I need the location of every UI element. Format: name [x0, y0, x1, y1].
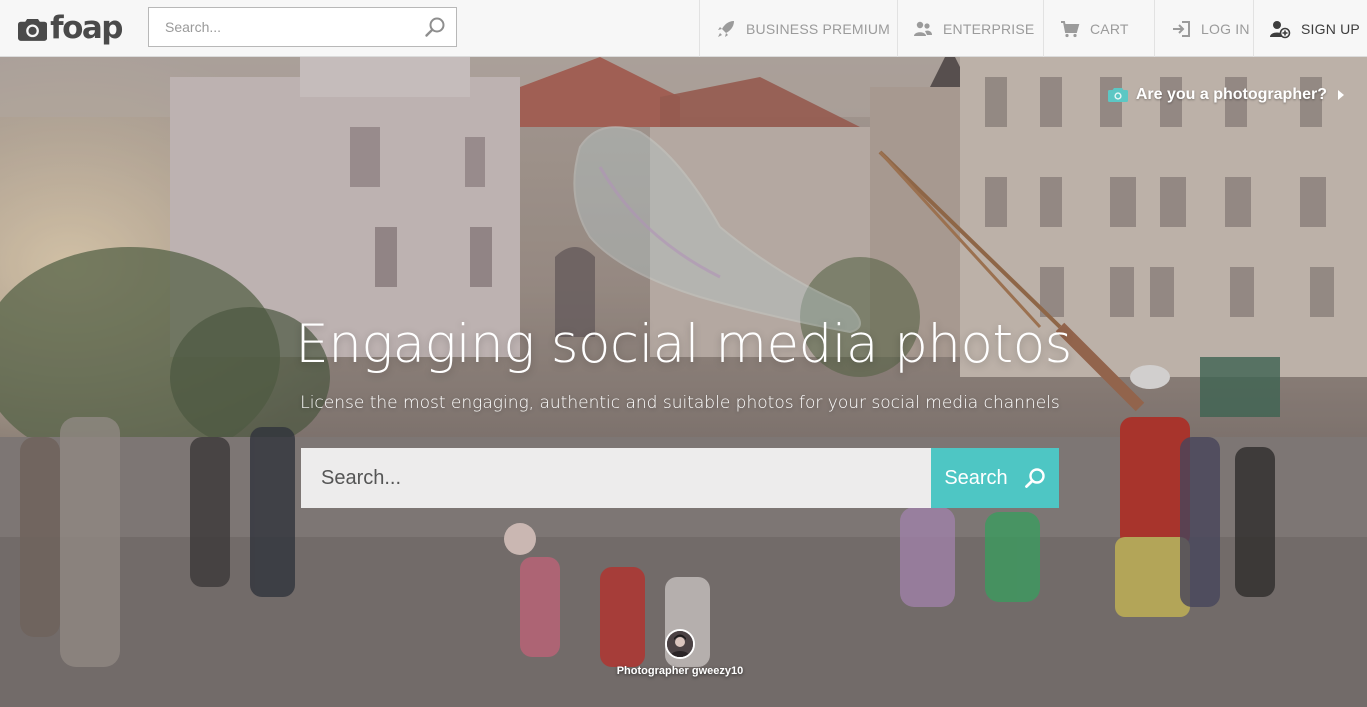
- nav-label: LOG IN: [1201, 20, 1250, 37]
- add-user-icon: [1269, 19, 1291, 39]
- hero-search-bar: Search: [301, 448, 1059, 508]
- hero-search-input[interactable]: [301, 448, 931, 508]
- nav-label: ENTERPRISE: [943, 20, 1035, 37]
- foap-logo[interactable]: foap: [18, 9, 123, 49]
- cart-icon: [1060, 20, 1080, 38]
- avatar-image: [667, 631, 693, 657]
- nav-signup[interactable]: SIGN UP: [1253, 0, 1367, 57]
- search-icon: [1024, 468, 1045, 488]
- hero-background-image: [0, 57, 1367, 707]
- header-search-input[interactable]: [149, 8, 409, 46]
- nav-label: BUSINESS PREMIUM: [746, 20, 890, 37]
- camera-logo-icon: [18, 18, 48, 41]
- search-icon[interactable]: [424, 16, 446, 38]
- camera-icon: [1107, 88, 1128, 102]
- photographer-cta-link[interactable]: Are you a photographer?: [1107, 86, 1345, 104]
- nav-label: CART: [1090, 20, 1129, 37]
- group-icon: [913, 20, 933, 38]
- hero-headline: Engaging social media photos: [295, 314, 1072, 375]
- nav-enterprise[interactable]: ENTERPRISE: [897, 0, 1043, 57]
- search-button-label: Search: [944, 466, 1008, 489]
- photo-credit[interactable]: Photographer gweezy10: [600, 629, 760, 677]
- top-navigation-bar: foap BUSINESS PREMIUM ENTERPRISE CART: [0, 0, 1367, 57]
- chevron-right-icon: [1338, 90, 1344, 100]
- hero-subheadline: License the most engaging, authentic and…: [300, 393, 1060, 413]
- hero-section: Are you a photographer? Engaging social …: [0, 57, 1367, 707]
- photographer-avatar[interactable]: [665, 629, 695, 659]
- main-nav: BUSINESS PREMIUM ENTERPRISE CART LOG IN …: [699, 0, 1367, 57]
- hero-search-button[interactable]: Search: [931, 448, 1059, 508]
- nav-cart[interactable]: CART: [1043, 0, 1154, 57]
- photographer-cta-label: Are you a photographer?: [1135, 86, 1327, 103]
- logo-wordmark: foap: [50, 9, 123, 46]
- photographer-credit-label: Photographer gweezy10: [616, 665, 744, 677]
- login-icon: [1171, 20, 1191, 38]
- nav-label: SIGN UP: [1301, 20, 1360, 37]
- rocket-icon: [716, 19, 736, 39]
- nav-business-premium[interactable]: BUSINESS PREMIUM: [699, 0, 897, 57]
- nav-login[interactable]: LOG IN: [1154, 0, 1253, 57]
- header-search: [148, 7, 457, 47]
